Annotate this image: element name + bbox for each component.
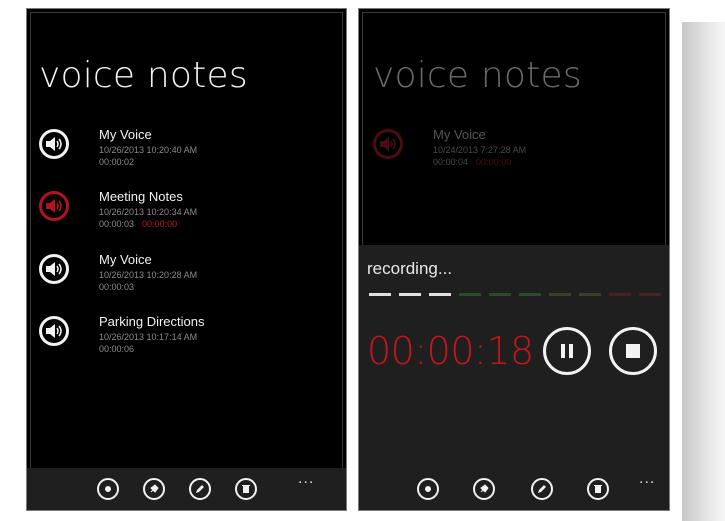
note-duration-value: 00:00:03 — [99, 219, 135, 229]
level-segment — [399, 293, 421, 296]
note-date: 10/26/2013 10:20:34 AM — [99, 207, 198, 217]
more-menu[interactable]: ... — [639, 470, 655, 488]
level-segment — [639, 293, 661, 296]
level-segment — [609, 293, 631, 296]
note-name: My Voice — [433, 127, 486, 142]
list-item[interactable]: My Voice 10/26/2013 10:20:40 AM 00:00:02 — [39, 127, 329, 183]
record-icon[interactable] — [417, 478, 439, 500]
record-icon[interactable] — [97, 478, 119, 500]
speaker-icon[interactable] — [39, 129, 69, 159]
list-item[interactable]: Meeting Notes 10/26/2013 10:20:34 AM 00:… — [39, 189, 329, 245]
app-bar: ... — [27, 468, 346, 510]
list-item[interactable]: My Voice 10/26/2013 10:20:28 AM 00:00:03 — [39, 252, 329, 308]
note-date: 10/26/2013 10:20:28 AM — [99, 270, 198, 280]
phone-screen-notes-list: voice notes My Voice 10/26/2013 10:20:40… — [26, 8, 347, 511]
note-name: Parking Directions — [99, 314, 205, 329]
note-duration: 00:00:02 — [99, 157, 135, 167]
phone-screen-recording: voice notes My Voice 10/24/2013 7:27:28 … — [358, 8, 670, 511]
note-name: My Voice — [99, 252, 152, 267]
note-duration-value: 00:00:04 — [433, 157, 469, 167]
note-duration: 00:00:03 — [99, 282, 135, 292]
pause-icon — [561, 344, 573, 358]
note-date: 10/24/2013 7:27:28 AM — [433, 145, 527, 155]
speaker-icon[interactable] — [39, 254, 69, 284]
pause-button[interactable] — [543, 327, 591, 375]
recording-panel: recording... 00:00:18 — [359, 245, 669, 470]
delete-icon[interactable] — [235, 478, 257, 500]
delete-icon[interactable] — [587, 478, 609, 500]
speaker-icon[interactable] — [39, 316, 69, 346]
note-date: 10/26/2013 10:17:14 AM — [99, 332, 198, 342]
backdrop-shadow — [682, 22, 725, 521]
level-segment — [549, 293, 571, 296]
list-item[interactable]: My Voice 10/24/2013 7:27:28 AM 00:00:04 0… — [373, 127, 663, 183]
level-segment — [489, 293, 511, 296]
level-segment — [519, 293, 541, 296]
note-elapsed: 00:00:00 — [476, 157, 512, 167]
more-menu[interactable]: ... — [298, 470, 314, 488]
note-duration: 00:00:04 00:00:00 — [433, 157, 511, 167]
level-segment — [579, 293, 601, 296]
edit-icon[interactable] — [531, 478, 553, 500]
level-segment — [429, 293, 451, 296]
page-title: voice notes — [373, 55, 582, 96]
recording-timer: 00:00:18 — [367, 329, 534, 373]
speaker-icon[interactable] — [39, 191, 69, 221]
note-name: Meeting Notes — [99, 189, 183, 204]
stop-icon — [626, 344, 640, 358]
list-item[interactable]: Parking Directions 10/26/2013 10:17:14 A… — [39, 314, 329, 370]
pin-icon[interactable] — [143, 478, 165, 500]
note-name: My Voice — [99, 127, 152, 142]
note-elapsed: 00:00:00 — [142, 219, 178, 229]
recording-label: recording... — [367, 259, 453, 278]
app-bar: ... — [359, 468, 669, 510]
level-segment — [459, 293, 481, 296]
stop-button[interactable] — [609, 327, 657, 375]
note-date: 10/26/2013 10:20:40 AM — [99, 145, 198, 155]
speaker-icon[interactable] — [373, 129, 403, 159]
note-duration: 00:00:03 00:00:00 — [99, 219, 177, 229]
level-segment — [369, 293, 391, 296]
pin-icon[interactable] — [473, 478, 495, 500]
page-title: voice notes — [39, 55, 248, 96]
edit-icon[interactable] — [189, 478, 211, 500]
note-duration: 00:00:06 — [99, 344, 135, 354]
